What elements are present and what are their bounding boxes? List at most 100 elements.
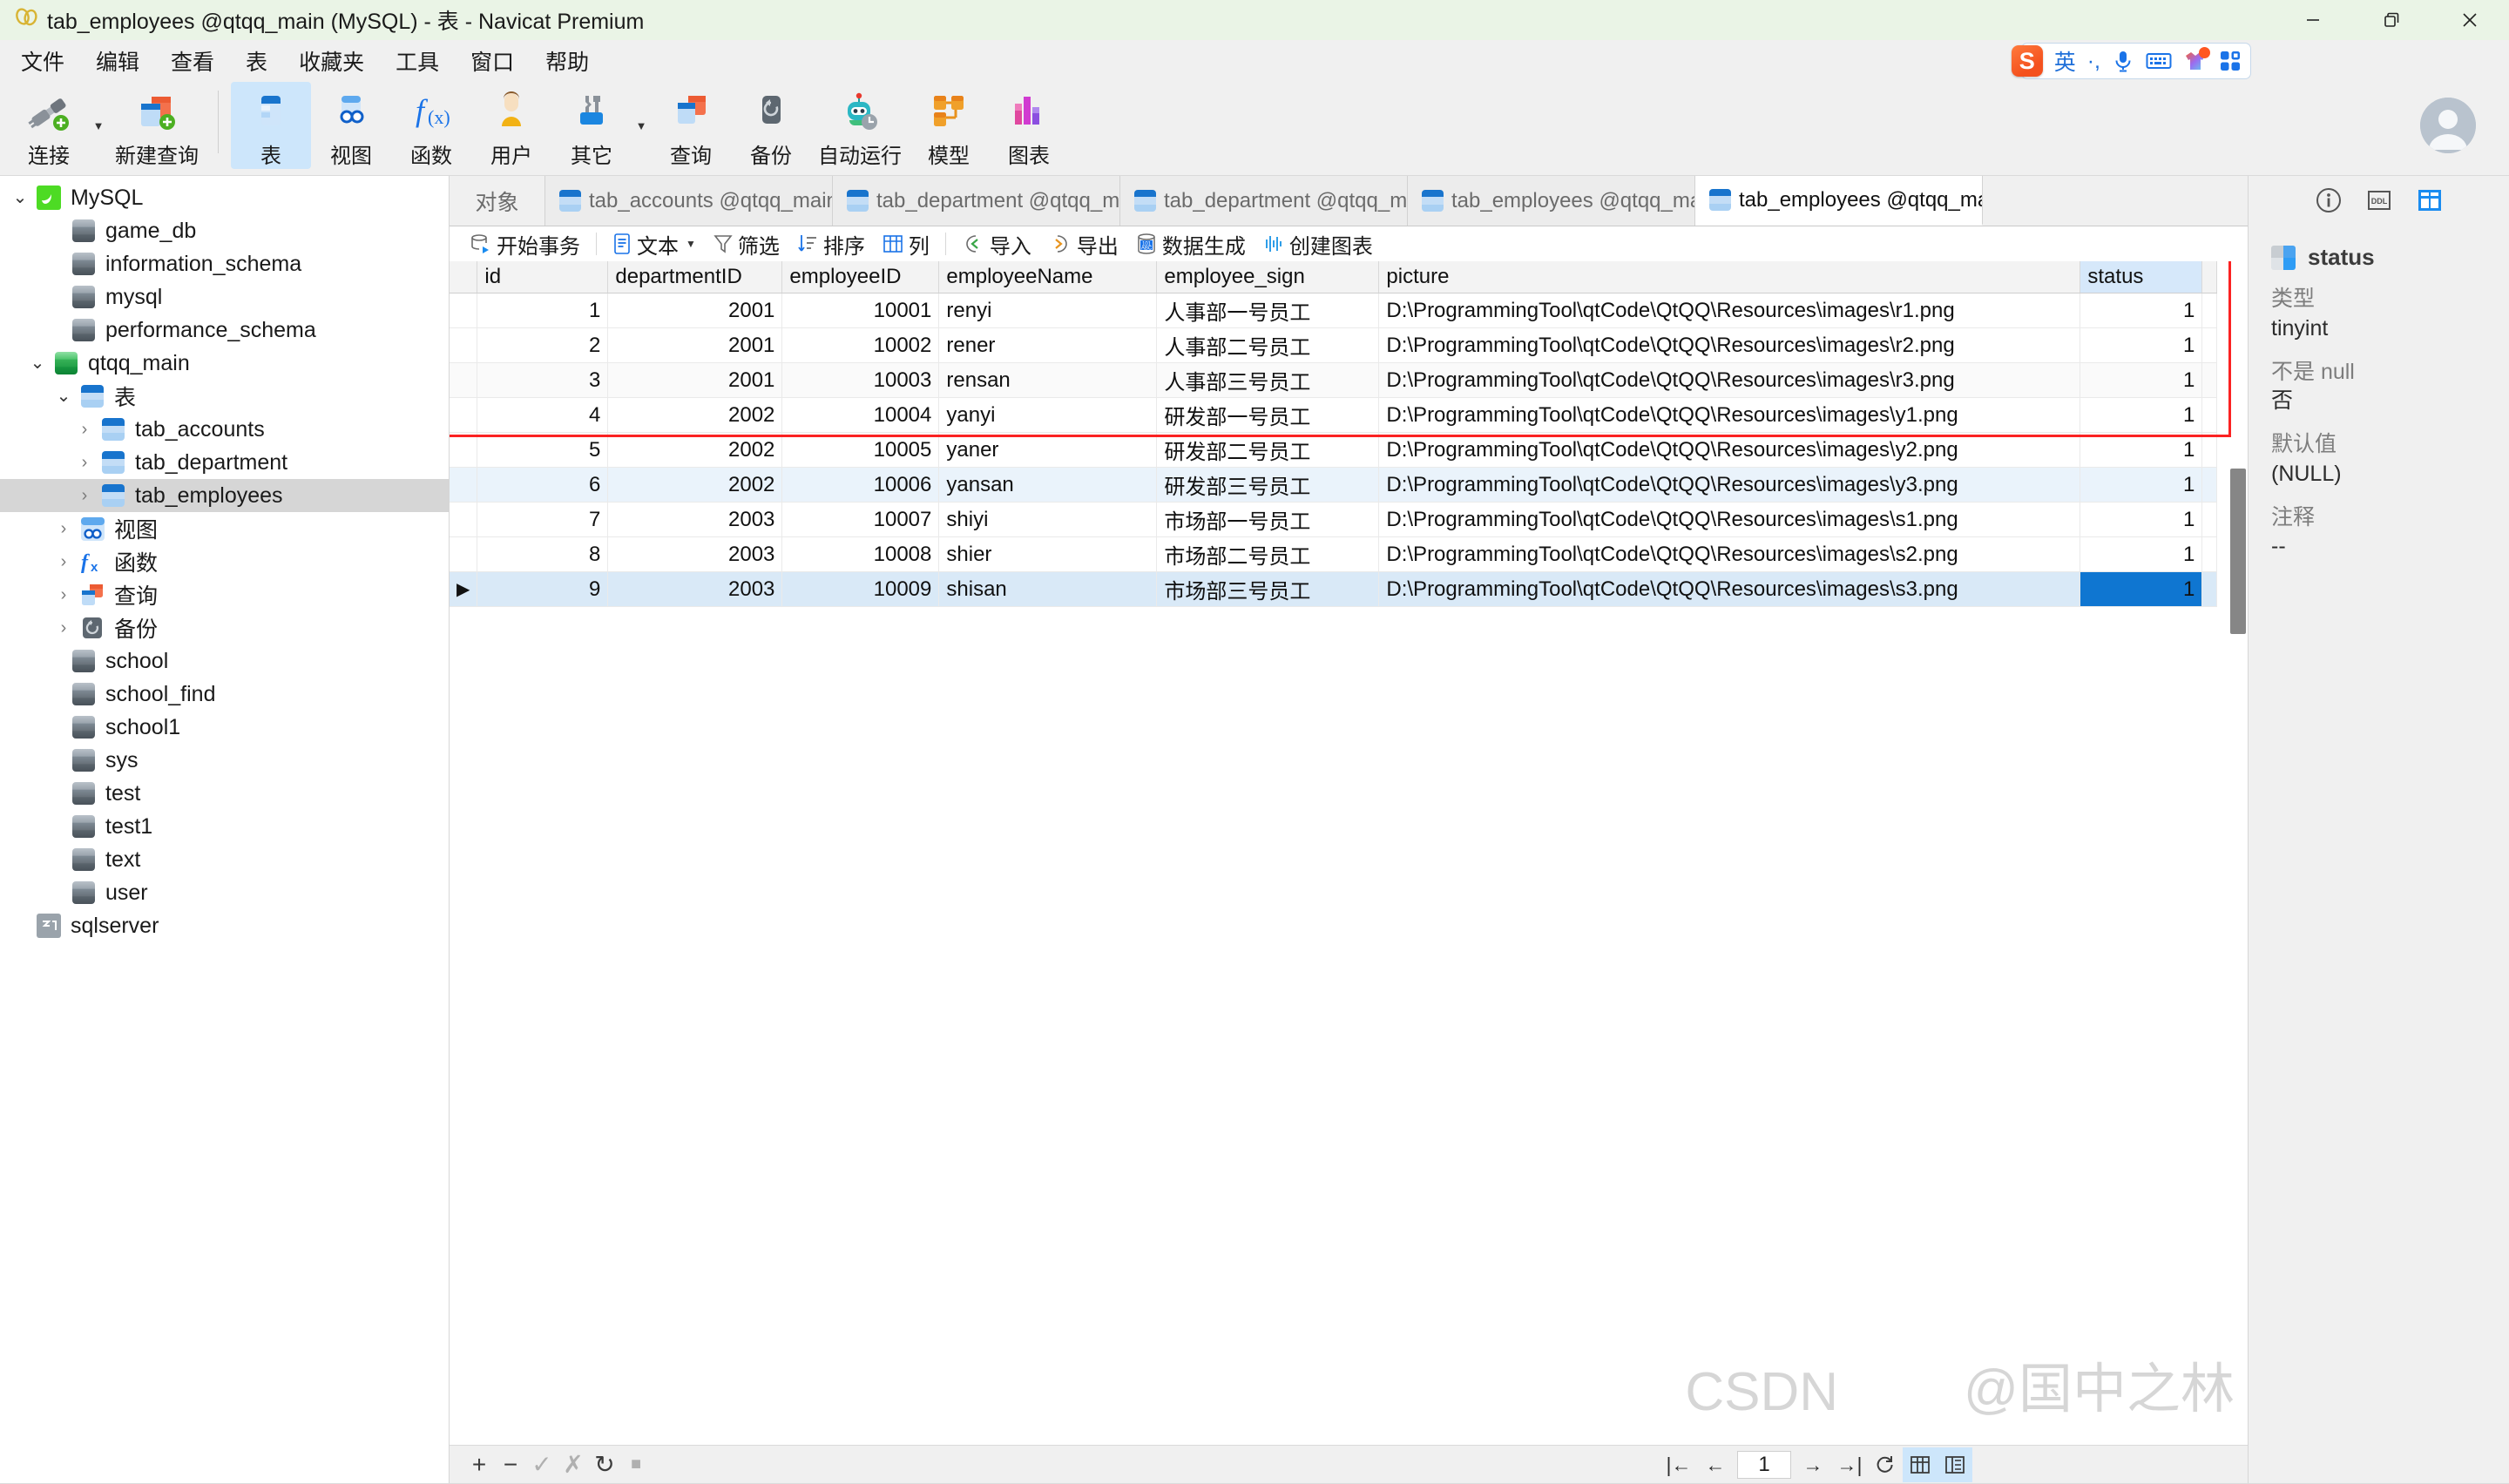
column-header-departmentid[interactable]: departmentID	[607, 261, 783, 293]
fields-icon[interactable]	[2412, 183, 2447, 218]
cell-employeeid[interactable]: 10006	[781, 467, 940, 503]
cell-id[interactable]: 4	[477, 397, 609, 433]
cell-picture[interactable]: D:\ProgrammingTool\qtCode\QtQQ\Resources…	[1378, 293, 2081, 328]
cell-status[interactable]: 1	[2080, 362, 2203, 398]
twisty-right-icon[interactable]: ›	[70, 421, 99, 438]
twisty-down-icon[interactable]: ⌄	[49, 388, 78, 405]
cell-departmentid[interactable]: 2003	[607, 536, 783, 572]
sidebar-item-qtqq-main[interactable]: ⌄ qtqq_main	[0, 347, 449, 380]
cell-employeename[interactable]: yanyi	[938, 397, 1158, 433]
table-row[interactable]: 4 2002 10004 yanyi 研发部一号员工 D:\Programmin…	[450, 397, 2218, 433]
cell-id[interactable]: 9	[477, 571, 609, 607]
sidebar-item-user[interactable]: user	[0, 876, 449, 909]
ime-mode-label[interactable]: 英	[2054, 45, 2076, 77]
toolbar-button-table[interactable]: 表	[231, 82, 311, 169]
cell-status-selected[interactable]: 1	[2080, 571, 2203, 607]
row-marker[interactable]	[450, 432, 478, 468]
table-row[interactable]: ▶ 9 2003 10009 shisan 市场部三号员工 D:\Program…	[450, 571, 2218, 607]
table-row[interactable]: 6 2002 10006 yansan 研发部三号员工 D:\Programmi…	[450, 467, 2218, 503]
cell-employeename[interactable]: rensan	[938, 362, 1158, 398]
ddl-icon[interactable]: DDL	[2362, 183, 2397, 218]
cell-employee-sign[interactable]: 市场部二号员工	[1156, 536, 1380, 572]
vertical-scrollbar[interactable]	[2228, 261, 2248, 1445]
cell-employee-sign[interactable]: 市场部三号员工	[1156, 571, 1380, 607]
row-marker[interactable]	[450, 397, 478, 433]
export-button[interactable]: 导出	[1040, 229, 1127, 259]
cell-departmentid[interactable]: 2002	[607, 467, 783, 503]
cell-id[interactable]: 1	[477, 293, 609, 328]
columns-button[interactable]: 列	[874, 229, 938, 259]
sidebar-item-tables-folder[interactable]: ⌄ 表	[0, 380, 449, 413]
scrollbar-thumb[interactable]	[2230, 469, 2246, 634]
last-page-button[interactable]: →|	[1831, 1446, 1868, 1484]
menu-item-file[interactable]: 文件	[5, 40, 80, 82]
cell-employeename[interactable]: rener	[938, 327, 1158, 363]
cell-picture[interactable]: D:\ProgrammingTool\qtCode\QtQQ\Resources…	[1378, 397, 2081, 433]
skin-icon[interactable]	[2183, 47, 2210, 72]
database-tree-sidebar[interactable]: ⌄ MySQL game_db information_schema mysql…	[0, 176, 450, 1483]
column-header-employeeid[interactable]: employeeID	[781, 261, 940, 293]
table-row[interactable]: 2 2001 10002 rener 人事部二号员工 D:\Programmin…	[450, 327, 2218, 363]
cell-status[interactable]: 1	[2080, 293, 2203, 328]
next-page-button[interactable]: →	[1795, 1446, 1831, 1484]
tab-tab-accounts[interactable]: tab_accounts @qtqq_main ...	[545, 176, 833, 226]
twisty-right-icon[interactable]: ›	[49, 586, 78, 604]
toolbar-button-model[interactable]: 模型	[909, 82, 989, 169]
data-grid-area[interactable]: id departmentID employeeID employeeName …	[450, 261, 2248, 1445]
cell-status[interactable]: 1	[2080, 536, 2203, 572]
sidebar-item-backups-folder[interactable]: › 备份	[0, 611, 449, 644]
menu-item-table[interactable]: 表	[230, 40, 283, 82]
cell-employee-sign[interactable]: 研发部二号员工	[1156, 432, 1380, 468]
cell-id[interactable]: 3	[477, 362, 609, 398]
connection-dropdown-arrow[interactable]: ▼	[89, 82, 108, 169]
cell-picture[interactable]: D:\ProgrammingTool\qtCode\QtQQ\Resources…	[1378, 362, 2081, 398]
sidebar-item-tab-employees[interactable]: › tab_employees	[0, 479, 449, 512]
sidebar-item-mysql-db[interactable]: mysql	[0, 280, 449, 314]
cell-employeename[interactable]: shier	[938, 536, 1158, 572]
cell-employeename[interactable]: yansan	[938, 467, 1158, 503]
cell-picture[interactable]: D:\ProgrammingTool\qtCode\QtQQ\Resources…	[1378, 536, 2081, 572]
tab-tab-employees-data[interactable]: tab_employees @qtqq_mai...	[1695, 176, 1983, 226]
user-avatar-icon[interactable]	[2420, 98, 2476, 153]
delete-record-button[interactable]: −	[495, 1449, 526, 1481]
cell-picture[interactable]: D:\ProgrammingTool\qtCode\QtQQ\Resources…	[1378, 502, 2081, 537]
microphone-icon[interactable]	[2112, 49, 2134, 73]
data-grid[interactable]: id departmentID employeeID employeeName …	[450, 261, 2218, 607]
sort-button[interactable]: 排序	[788, 229, 874, 259]
cell-employee-sign[interactable]: 人事部二号员工	[1156, 327, 1380, 363]
row-marker[interactable]	[450, 362, 478, 398]
grid-view-icon[interactable]	[1903, 1447, 1938, 1482]
toolbar-button-chart[interactable]: 图表	[989, 82, 1069, 169]
table-row[interactable]: 1 2001 10001 renyi 人事部一号员工 D:\Programmin…	[450, 293, 2218, 328]
sidebar-item-mysql[interactable]: ⌄ MySQL	[0, 181, 449, 214]
cell-employee-sign[interactable]: 市场部一号员工	[1156, 502, 1380, 537]
twisty-right-icon[interactable]: ›	[49, 520, 78, 537]
toolbar-button-new-query[interactable]: 新建查询	[108, 82, 206, 169]
sidebar-item-information-schema[interactable]: information_schema	[0, 247, 449, 280]
table-row[interactable]: 8 2003 10008 shier 市场部二号员工 D:\Programmin…	[450, 536, 2218, 572]
table-row[interactable]: 5 2002 10005 yaner 研发部二号员工 D:\Programmin…	[450, 432, 2218, 468]
info-icon[interactable]	[2311, 183, 2346, 218]
twisty-down-icon[interactable]: ⌄	[23, 354, 52, 372]
create-chart-button[interactable]: 创建图表	[1254, 229, 1382, 259]
table-row[interactable]: 7 2003 10007 shiyi 市场部一号员工 D:\Programmin…	[450, 502, 2218, 537]
keyboard-icon[interactable]	[2146, 51, 2172, 71]
twisty-right-icon[interactable]: ›	[70, 487, 99, 504]
cell-employee-sign[interactable]: 研发部三号员工	[1156, 467, 1380, 503]
cell-picture[interactable]: D:\ProgrammingTool\qtCode\QtQQ\Resources…	[1378, 571, 2081, 607]
sidebar-item-sys[interactable]: sys	[0, 744, 449, 777]
tab-tab-employees-design[interactable]: tab_employees @qtqq_mai...	[1408, 176, 1695, 226]
import-button[interactable]: 导入	[953, 229, 1040, 259]
cell-id[interactable]: 6	[477, 467, 609, 503]
twisty-right-icon[interactable]: ›	[49, 619, 78, 637]
cell-departmentid[interactable]: 2002	[607, 397, 783, 433]
column-header-employee-sign[interactable]: employee_sign	[1156, 261, 1380, 293]
menu-item-help[interactable]: 帮助	[530, 40, 605, 82]
cell-employeename[interactable]: renyi	[938, 293, 1158, 328]
menu-item-favorites[interactable]: 收藏夹	[283, 40, 380, 82]
twisty-down-icon[interactable]: ⌄	[5, 189, 35, 206]
tab-objects[interactable]: 对象	[450, 176, 545, 226]
cell-picture[interactable]: D:\ProgrammingTool\qtCode\QtQQ\Resources…	[1378, 432, 2081, 468]
cell-id[interactable]: 8	[477, 536, 609, 572]
sidebar-item-school1[interactable]: school1	[0, 711, 449, 744]
